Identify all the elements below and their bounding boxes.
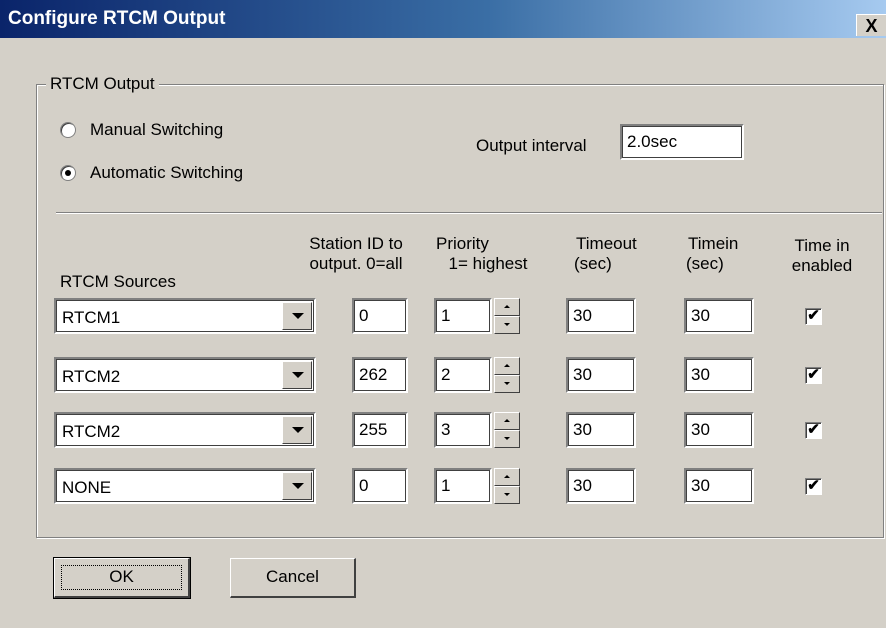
- rtcm-source-value: RTCM1: [62, 308, 121, 327]
- manual-switching-label: Manual Switching: [90, 120, 224, 139]
- focus-rect: [61, 565, 182, 590]
- spin-down-icon[interactable]: [494, 316, 520, 334]
- station-id-input[interactable]: 255: [352, 412, 408, 448]
- automatic-switching-option[interactable]: Automatic Switching: [60, 163, 243, 183]
- priority-spinner[interactable]: [494, 412, 520, 448]
- rtcm-source-select[interactable]: RTCM1: [54, 298, 316, 334]
- header-priority-line1: Priority: [436, 234, 489, 253]
- cancel-button[interactable]: Cancel: [230, 558, 356, 598]
- rtcm-source-value: RTCM2: [62, 367, 121, 386]
- header-timein-line2: (sec): [686, 254, 724, 273]
- group-label: RTCM Output: [46, 74, 159, 94]
- dropdown-arrow-icon[interactable]: [282, 416, 312, 444]
- header-timeout-line2: (sec): [574, 254, 612, 273]
- header-timein-line1: Timein: [688, 234, 739, 253]
- time-in-enabled-checkbox[interactable]: ✔: [805, 367, 822, 384]
- spin-up-icon[interactable]: [494, 412, 520, 430]
- station-id-input[interactable]: 0: [352, 468, 408, 504]
- priority-spinner[interactable]: [494, 357, 520, 393]
- dropdown-arrow-icon[interactable]: [282, 472, 312, 500]
- rtcm-source-value: RTCM2: [62, 422, 121, 441]
- priority-input[interactable]: 3: [434, 412, 492, 448]
- priority-spinner[interactable]: [494, 468, 520, 504]
- spin-down-icon[interactable]: [494, 375, 520, 393]
- manual-switching-option[interactable]: Manual Switching: [60, 120, 223, 140]
- station-id-input[interactable]: 262: [352, 357, 408, 393]
- rtcm-source-select[interactable]: RTCM2: [54, 357, 316, 393]
- time-in-enabled-checkbox[interactable]: ✔: [805, 422, 822, 439]
- timeout-input[interactable]: 30: [566, 298, 636, 334]
- rtcm-source-select[interactable]: RTCM2: [54, 412, 316, 448]
- timein-input[interactable]: 30: [684, 357, 754, 393]
- station-id-input[interactable]: 0: [352, 298, 408, 334]
- priority-input[interactable]: 2: [434, 357, 492, 393]
- cancel-button-label: Cancel: [266, 567, 319, 586]
- timein-input[interactable]: 30: [684, 412, 754, 448]
- automatic-switching-label: Automatic Switching: [90, 163, 244, 182]
- time-in-enabled-checkbox[interactable]: ✔: [805, 478, 822, 495]
- priority-input[interactable]: 1: [434, 298, 492, 334]
- header-station-id: Station ID to output. 0=all: [290, 234, 422, 274]
- header-station-line2: output. 0=all: [309, 254, 403, 273]
- time-in-enabled-checkbox[interactable]: ✔: [805, 308, 822, 325]
- spin-up-icon[interactable]: [494, 357, 520, 375]
- timein-input[interactable]: 30: [684, 298, 754, 334]
- header-rtcm-sources: RTCM Sources: [60, 272, 176, 291]
- header-timein: Timein (sec): [684, 234, 754, 274]
- timeout-input[interactable]: 30: [566, 357, 636, 393]
- header-station-line1: Station ID to: [309, 234, 403, 253]
- priority-input[interactable]: 1: [434, 468, 492, 504]
- dropdown-arrow-icon[interactable]: [282, 302, 312, 330]
- window-title: Configure RTCM Output: [8, 8, 226, 29]
- manual-switching-radio[interactable]: [60, 122, 76, 138]
- header-timeout: Timeout (sec): [568, 234, 658, 274]
- header-enabled-line2: enabled: [791, 256, 853, 275]
- rtcm-source-select[interactable]: NONE: [54, 468, 316, 504]
- output-interval-label: Output interval: [476, 136, 587, 155]
- rtcm-source-value: NONE: [62, 478, 112, 497]
- dropdown-arrow-icon[interactable]: [282, 361, 312, 389]
- timeout-input[interactable]: 30: [566, 468, 636, 504]
- spin-up-icon[interactable]: [494, 298, 520, 316]
- output-interval-input[interactable]: 2.0sec: [620, 124, 744, 160]
- spin-down-icon[interactable]: [494, 430, 520, 448]
- spin-up-icon[interactable]: [494, 468, 520, 486]
- separator: [56, 212, 882, 214]
- timeout-input[interactable]: 30: [566, 412, 636, 448]
- header-time-in-enabled: Time in enabled: [780, 236, 864, 276]
- title-bar: Configure RTCM Output X: [0, 0, 886, 38]
- close-button[interactable]: X: [856, 14, 886, 36]
- timein-input[interactable]: 30: [684, 468, 754, 504]
- header-timeout-line1: Timeout: [576, 234, 637, 253]
- header-priority: Priority 1= highest: [432, 234, 544, 274]
- header-enabled-line1: Time in: [794, 236, 850, 255]
- header-priority-line2: 1= highest: [448, 254, 528, 273]
- priority-spinner[interactable]: [494, 298, 520, 334]
- spin-down-icon[interactable]: [494, 486, 520, 504]
- automatic-switching-radio[interactable]: [60, 165, 76, 181]
- ok-button[interactable]: OK: [53, 557, 191, 599]
